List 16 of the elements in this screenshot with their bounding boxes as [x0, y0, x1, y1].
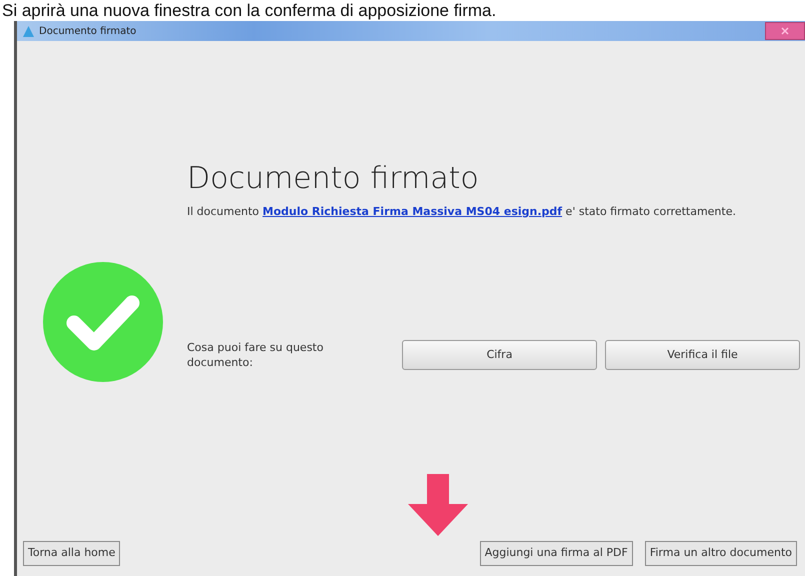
app-icon	[23, 26, 34, 36]
message-text: Il documento Modulo Richiesta Firma Massiva MS04 esign.pdf e' stato firmato correttamente.	[187, 204, 737, 220]
heading: Documento firmato	[187, 161, 480, 197]
window-title: Documento firmato	[39, 24, 136, 38]
action-button[interactable]: Verifica il file	[605, 340, 800, 370]
footer-button[interactable]: Torna alla home	[23, 541, 120, 566]
footer-button[interactable]: Firma un altro documento	[644, 541, 797, 566]
actions-label: Cosa puoi fare su questo documento:	[187, 340, 324, 370]
footer-button[interactable]: Aggiungi una firma al PDF	[480, 541, 633, 566]
close-button[interactable]	[765, 22, 805, 40]
action-button[interactable]: Cifra	[402, 340, 597, 370]
down-arrow-icon	[408, 474, 468, 536]
close-icon	[781, 27, 789, 35]
file-link[interactable]: Modulo Richiesta Firma Massiva MS04 esign.pdf	[262, 205, 562, 218]
check-icon	[42, 261, 164, 383]
caption-text: Si aprirà una nuova finestra con la conferma di apposizione firma.	[1, 0, 498, 21]
